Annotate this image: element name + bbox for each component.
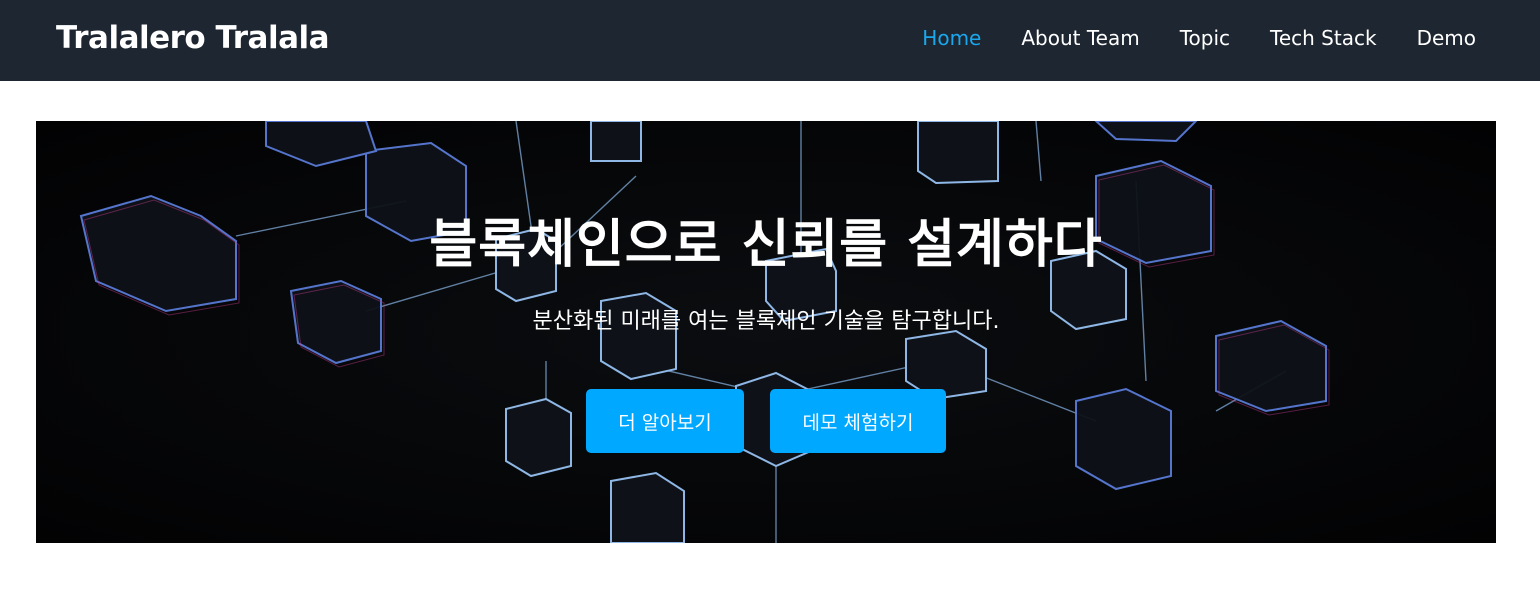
learn-more-button[interactable]: 더 알아보기 [586, 389, 744, 453]
hero-subtitle: 분산화된 미래를 여는 블록체인 기술을 탐구합니다. [532, 309, 1000, 334]
nav-menu: Home About Team Topic Tech Stack Demo [922, 24, 1476, 52]
hero-button-group: 더 알아보기 데모 체험하기 [586, 389, 946, 453]
hero-title: 블록체인으로 신뢰를 설계하다 [429, 215, 1103, 275]
nav-link-demo[interactable]: Demo [1417, 24, 1476, 52]
brand-logo-text[interactable]: Tralalero Tralala [56, 18, 330, 58]
hero-banner: 블록체인으로 신뢰를 설계하다 분산화된 미래를 여는 블록체인 기술을 탐구합… [36, 121, 1496, 543]
nav-link-topic[interactable]: Topic [1180, 24, 1230, 52]
nav-link-about-team[interactable]: About Team [1021, 24, 1139, 52]
nav-link-tech-stack[interactable]: Tech Stack [1270, 24, 1377, 52]
top-navbar: Tralalero Tralala Home About Team Topic … [0, 0, 1540, 81]
nav-link-home[interactable]: Home [922, 24, 981, 52]
try-demo-button[interactable]: 데모 체험하기 [770, 389, 946, 453]
